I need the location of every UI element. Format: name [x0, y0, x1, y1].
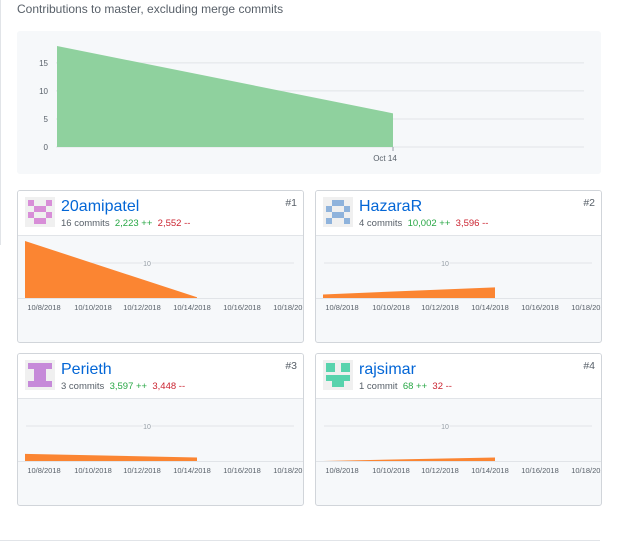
contributions-caption: Contributions to master, excluding merge…: [17, 2, 284, 16]
x-tick-label: 10/16/2018: [521, 303, 559, 312]
x-tick-label: 10/18/2018: [571, 466, 601, 475]
bottom-divider: [0, 540, 600, 541]
contributor-card: Perieth 3 commits 3,597 ++ 3,448 -- #3 1…: [17, 353, 304, 506]
contributor-card-header: 20amipatel 16 commits 2,223 ++ 2,552 -- …: [18, 191, 303, 236]
x-tick-label: 10/16/2018: [521, 466, 559, 475]
deletions-count: 32 --: [432, 381, 452, 392]
x-tick-label: 10/10/2018: [74, 466, 112, 475]
commit-count[interactable]: 3 commits: [61, 381, 104, 392]
deletions-count: 3,448 --: [152, 381, 186, 392]
contributor-card-header: rajsimar 1 commit 68 ++ 32 -- #4: [316, 354, 601, 399]
x-tick-label: 10/18/2018: [273, 303, 303, 312]
x-tick-label: 10/16/2018: [223, 466, 261, 475]
avatar-pattern-icon[interactable]: [25, 360, 55, 390]
contributor-stats: 1 commit 68 ++ 32 --: [359, 381, 452, 392]
x-tick-label: 10/10/2018: [372, 466, 410, 475]
x-tick-label: 10/12/2018: [123, 466, 161, 475]
contribution-area: [323, 287, 495, 298]
contributions-area: [57, 46, 393, 147]
contributor-chart-svg: 10 10/8/2018 10/10/2018 10/12/2018 10/14/201…: [316, 423, 601, 475]
commit-count[interactable]: 16 commits: [61, 218, 110, 229]
x-tick-label: Oct 14: [373, 154, 397, 163]
y-tick-label: 10: [441, 261, 449, 268]
additions-count: 2,223 ++: [114, 218, 153, 229]
contribution-area: [25, 241, 197, 298]
deletions-count: 2,552 --: [157, 218, 191, 229]
contributor-stats: 3 commits 3,597 ++ 3,448 --: [61, 381, 185, 392]
contributor-rank: #3: [285, 360, 297, 372]
contribution-area: [323, 457, 495, 461]
x-tick-label: 10/10/2018: [74, 303, 112, 312]
avatar-pattern-icon[interactable]: [323, 197, 353, 227]
x-tick-label: 10/14/2018: [173, 303, 211, 312]
contributor-stats: 16 commits 2,223 ++ 2,552 --: [61, 218, 190, 229]
main-chart-svg: 15 10 5 0 Oct 14: [39, 46, 584, 163]
x-tick-label: 10/16/2018: [223, 303, 261, 312]
contributor-name-link[interactable]: 20amipatel: [61, 198, 139, 216]
y-tick-label: 10: [143, 261, 151, 268]
x-tick-label: 10/8/2018: [27, 466, 60, 475]
contributor-stats: 4 commits 10,002 ++ 3,596 --: [359, 218, 488, 229]
contributor-chart-svg: 10 10/8/2018 10/10/2018 10/12/2018 10/14/201…: [18, 241, 303, 312]
x-tick-label: 10/8/2018: [325, 466, 358, 475]
additions-count: 68 ++: [402, 381, 428, 392]
y-tick-label: 5: [44, 115, 49, 124]
contributor-name-link[interactable]: HazaraR: [359, 198, 422, 216]
y-tick-label: 10: [441, 424, 449, 431]
commit-count[interactable]: 1 commit: [359, 381, 398, 392]
contributor-name-link[interactable]: Perieth: [61, 361, 112, 379]
contributor-card: HazaraR 4 commits 10,002 ++ 3,596 -- #2 …: [315, 190, 602, 343]
contributor-card-header: HazaraR 4 commits 10,002 ++ 3,596 -- #2: [316, 191, 601, 236]
contributor-chart-svg: 10 10/8/2018 10/10/2018 10/12/2018 10/14/201…: [316, 260, 601, 312]
x-tick-label: 10/12/2018: [123, 303, 161, 312]
avatar-pattern-icon[interactable]: [323, 360, 353, 390]
commit-count[interactable]: 4 commits: [359, 218, 402, 229]
x-tick-label: 10/14/2018: [173, 466, 211, 475]
x-tick-label: 10/18/2018: [571, 303, 601, 312]
x-tick-label: 10/10/2018: [372, 303, 410, 312]
contribution-area: [25, 453, 197, 461]
y-tick-label: 0: [44, 143, 49, 152]
y-tick-label: 15: [39, 59, 48, 68]
contributor-card: 20amipatel 16 commits 2,223 ++ 2,552 -- …: [17, 190, 304, 343]
x-tick-label: 10/8/2018: [325, 303, 358, 312]
left-divider: [0, 0, 1, 245]
x-tick-label: 10/18/2018: [273, 466, 303, 475]
contributor-rank: #2: [583, 197, 595, 209]
additions-count: 3,597 ++: [109, 381, 148, 392]
x-tick-label: 10/14/2018: [471, 466, 509, 475]
contributor-rank: #1: [285, 197, 297, 209]
additions-count: 10,002 ++: [407, 218, 451, 229]
contributor-name-link[interactable]: rajsimar: [359, 361, 416, 379]
contributor-card-header: Perieth 3 commits 3,597 ++ 3,448 -- #3: [18, 354, 303, 399]
x-tick-label: 10/12/2018: [421, 466, 459, 475]
x-tick-label: 10/8/2018: [27, 303, 60, 312]
x-tick-label: 10/12/2018: [421, 303, 459, 312]
y-tick-label: 10: [39, 87, 48, 96]
contributor-chart-svg: 10 10/8/2018 10/10/2018 10/12/2018 10/14/201…: [18, 423, 303, 475]
contributor-card: rajsimar 1 commit 68 ++ 32 -- #4 10 10/8/…: [315, 353, 602, 506]
contributor-rank: #4: [583, 360, 595, 372]
x-tick-label: 10/14/2018: [471, 303, 509, 312]
y-tick-label: 10: [143, 424, 151, 431]
deletions-count: 3,596 --: [455, 218, 489, 229]
avatar-pattern-icon[interactable]: [25, 197, 55, 227]
main-contributions-chart: 15 10 5 0 Oct 14: [17, 31, 601, 174]
